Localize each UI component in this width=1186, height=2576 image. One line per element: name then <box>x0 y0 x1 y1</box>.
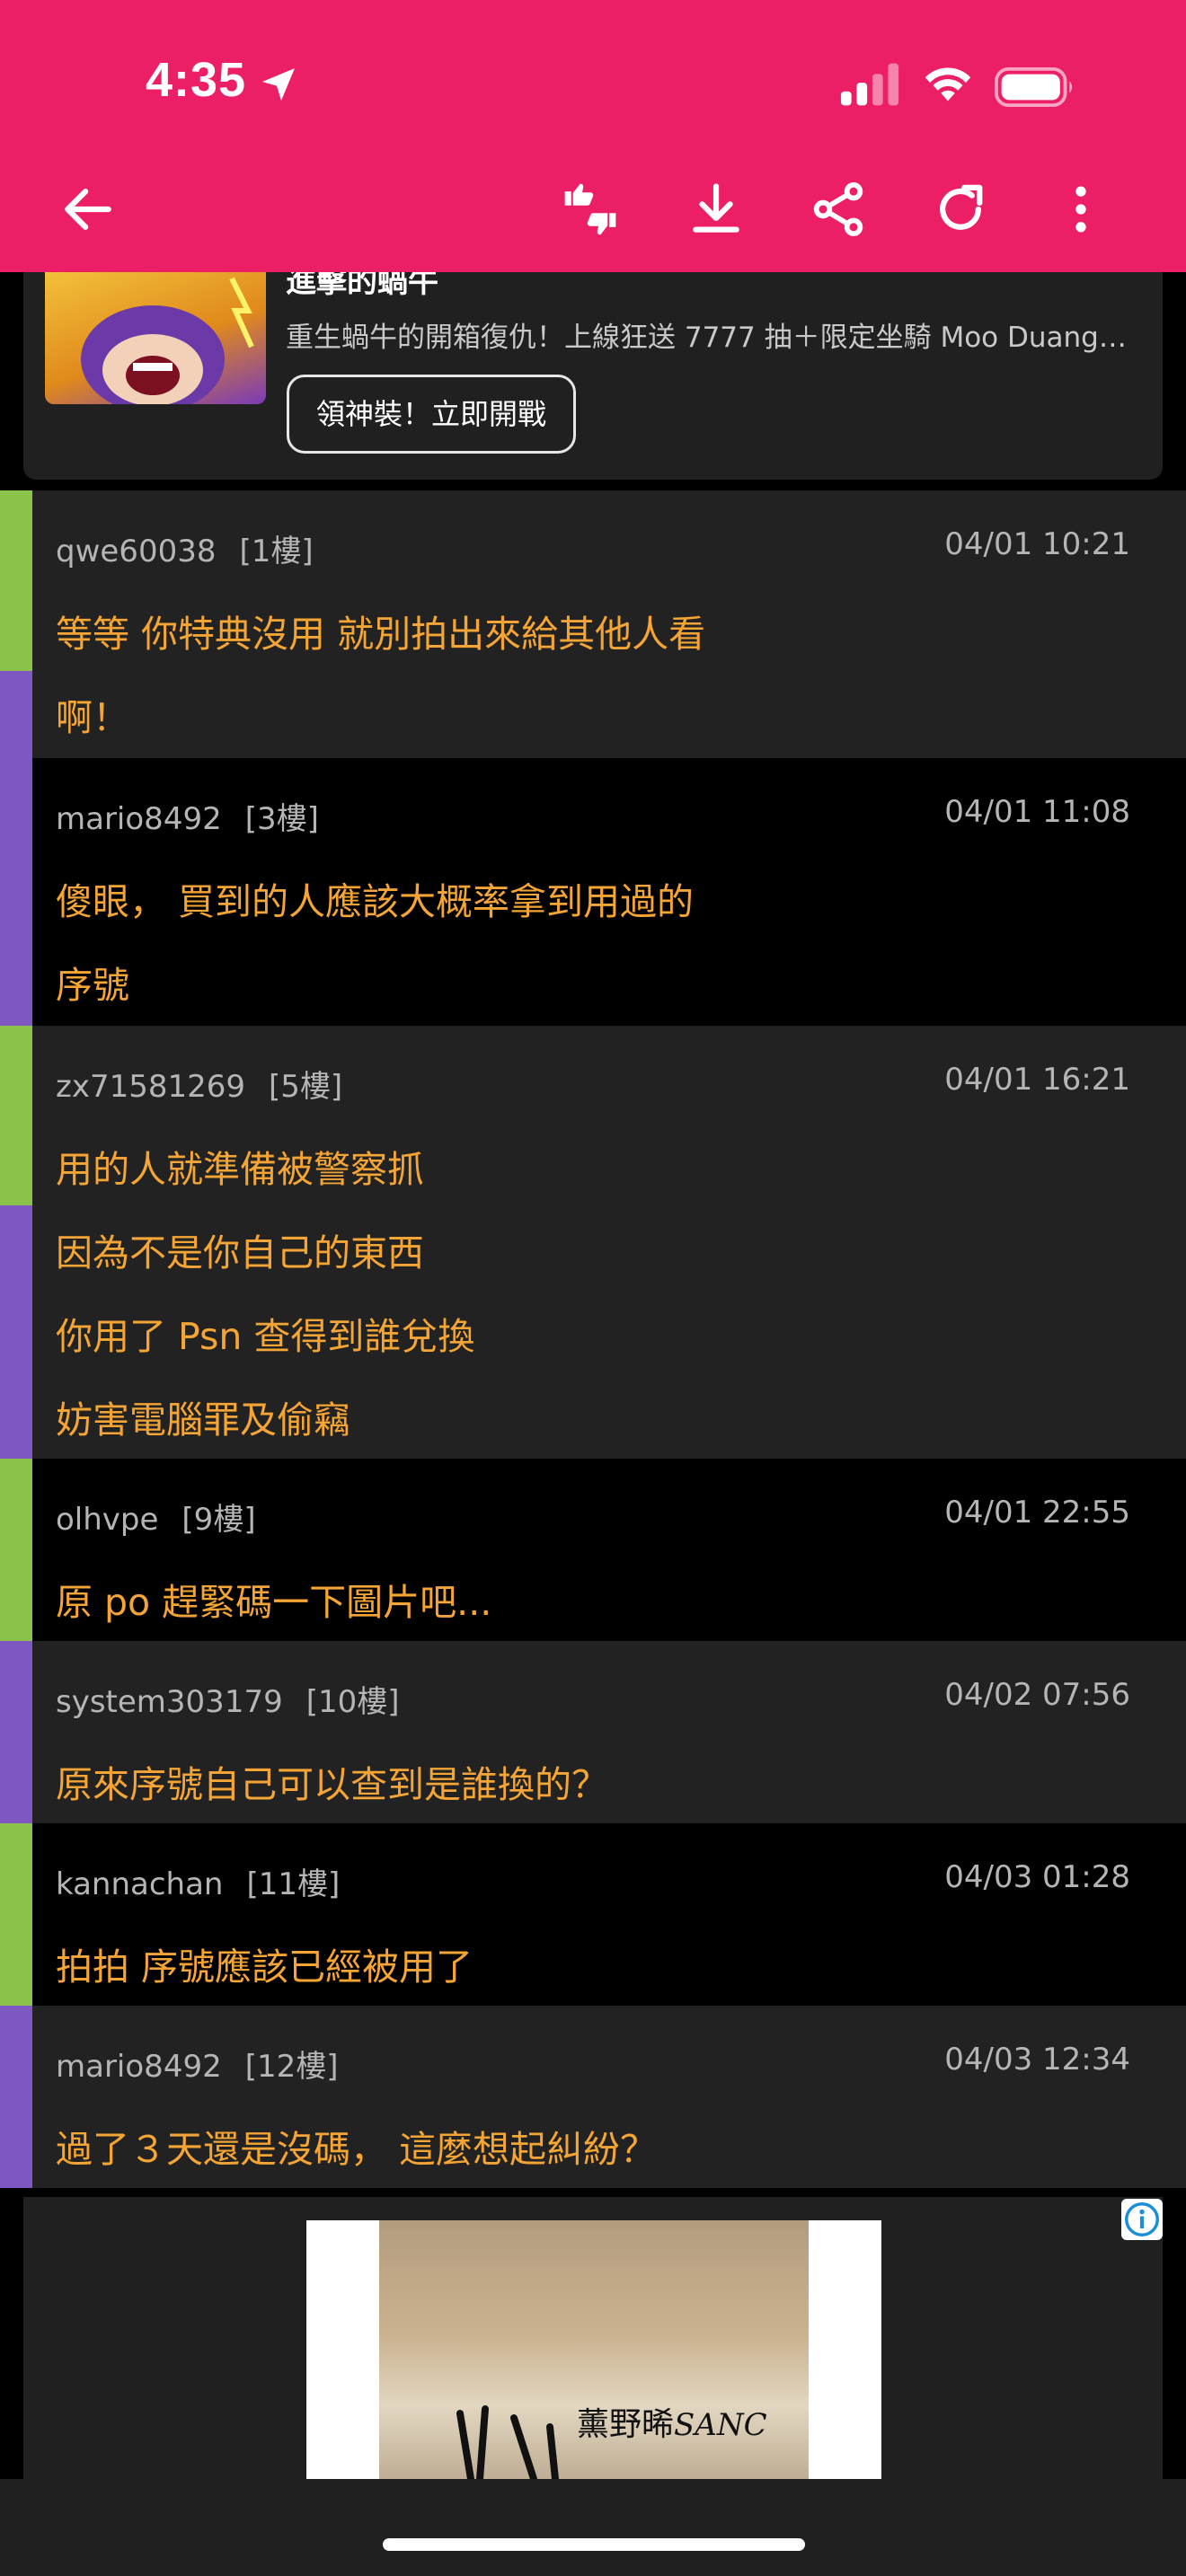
reply-floor: [12樓] <box>244 2049 339 2085</box>
reply-content: 拍拍 序號應該已經被用了 <box>56 1926 1130 2009</box>
download-icon[interactable] <box>686 179 747 240</box>
reply-text-line: 原 po 趕緊碼一下圖片吧... <box>56 1581 492 1624</box>
game-thumbnail <box>45 269 266 404</box>
reply-timestamp: 04/01 16:21 <box>944 1062 1130 1098</box>
reply-text-line: 等等 你特典沒用 就別拍出來給其他人看 <box>56 613 706 656</box>
reply-floor: [1樓] <box>239 534 314 569</box>
reply-accent-bar <box>0 1823 32 2006</box>
reply-accent-bar <box>0 1026 32 1205</box>
thumbs-up-down-icon[interactable] <box>560 179 621 240</box>
sponsored-game-card[interactable]: 進擊的蝸牛 重生蝸牛的開箱復仇！上線狂送 7777 抽＋限定坐騎 Moo Dua… <box>23 264 1163 480</box>
location-arrow-icon <box>262 68 295 101</box>
reply-text-line: 序號 <box>56 964 129 1007</box>
battery-icon <box>994 66 1073 108</box>
reply-timestamp: 04/03 12:34 <box>944 2042 1130 2078</box>
reply-header: mario8492 [12樓] 04/03 12:34 <box>56 2042 1130 2085</box>
reply-header: qwe60038 [1樓] 04/01 10:21 <box>56 526 1130 569</box>
app-toolbar: 4:35 <box>0 0 1186 272</box>
refresh-icon[interactable] <box>930 179 991 240</box>
reply-floor: [10樓] <box>305 1684 400 1720</box>
reply-content: 原來序號自己可以查到是誰換的？ <box>56 1743 1130 1827</box>
reply-timestamp: 04/03 01:28 <box>944 1859 1130 1895</box>
cellular-signal-icon <box>840 63 899 106</box>
reply-username[interactable]: mario8492 <box>56 2049 222 2085</box>
reply-floor: [11樓] <box>246 1866 341 1902</box>
reply-header: olhvpe [9樓] 04/01 22:55 <box>56 1495 1130 1538</box>
reply-timestamp: 04/02 07:56 <box>944 1677 1130 1713</box>
ad-cta-button[interactable]: 領神裝！立即開戰 <box>287 375 576 454</box>
reply-header: zx71581269 [5樓] 04/01 16:21 <box>56 1062 1130 1105</box>
home-bar-area <box>0 2479 1186 2576</box>
reply-timestamp: 04/01 10:21 <box>944 526 1130 562</box>
reply-item[interactable]: mario8492 [3樓] 04/01 11:08 傻眼， 買到的人應該大概率拿到用… <box>0 758 1186 1026</box>
ad-description: 重生蝸牛的開箱復仇！上線狂送 7777 抽＋限定坐騎 Moo Duang… <box>286 322 1127 354</box>
reply-accent-bar <box>0 671 32 758</box>
reply-content: 等等 你特典沒用 就別拍出來給其他人看 啊！ <box>56 593 1130 760</box>
reply-text-line: 過了３天還是沒碼， 這麼想起糾紛？ <box>56 2128 658 2171</box>
reply-text-line: 因為不是你自己的東西 <box>56 1231 424 1275</box>
reply-text-line: 啊！ <box>56 696 129 739</box>
reply-accent-bar <box>0 2006 32 2188</box>
reply-username[interactable]: kannachan <box>56 1866 224 1902</box>
reply-item[interactable]: zx71581269 [5樓] 04/01 16:21 用的人就準備被警察抓 因為不是你… <box>0 1026 1186 1459</box>
reply-username[interactable]: olhvpe <box>56 1502 158 1538</box>
status-time: 4:35 <box>146 53 247 107</box>
reply-text-line: 你用了 Psn 查得到誰兌換 <box>56 1315 475 1358</box>
reply-item[interactable]: qwe60038 [1樓] 04/01 10:21 等等 你特典沒用 就別拍出來給其他… <box>0 490 1186 758</box>
ad-image-caption: 薰野晞SANC <box>577 2406 767 2443</box>
reply-username[interactable]: qwe60038 <box>56 534 216 569</box>
reply-accent-bar <box>0 1459 32 1641</box>
reply-header: system303179 [10樓] 04/02 07:56 <box>56 1677 1130 1720</box>
reply-content: 傻眼， 買到的人應該大概率拿到用過的 序號 <box>56 860 1130 1028</box>
reply-username[interactable]: system303179 <box>56 1684 283 1720</box>
reply-floor: [9樓] <box>181 1502 256 1538</box>
reply-accent-bar <box>0 1205 32 1459</box>
reply-item[interactable]: kannachan [11樓] 04/03 01:28 拍拍 序號應該已經被用了 <box>0 1823 1186 2006</box>
reply-floor: [3樓] <box>244 801 319 837</box>
share-icon[interactable] <box>808 179 869 240</box>
reply-accent-bar <box>0 1641 32 1823</box>
reply-text-line: 原來序號自己可以查到是誰換的？ <box>56 1763 608 1806</box>
reply-username[interactable]: zx71581269 <box>56 1069 245 1105</box>
reply-text-line: 傻眼， 買到的人應該大概率拿到用過的 <box>56 880 695 923</box>
reply-text-line: 拍拍 序號應該已經被用了 <box>56 1945 474 1989</box>
reply-content: 用的人就準備被警察抓 因為不是你自己的東西你用了 Psn 查得到誰兌換 妨害電腦罪及… <box>56 1128 1130 1462</box>
reply-item[interactable]: mario8492 [12樓] 04/03 12:34 過了３天還是沒碼， 這麼想起糾… <box>0 2006 1186 2188</box>
reply-accent-bar <box>0 758 32 1026</box>
reply-header: mario8492 [3樓] 04/01 11:08 <box>56 794 1130 837</box>
wifi-icon <box>925 67 971 101</box>
ad-image[interactable]: 薰野晞SANC <box>379 2220 809 2479</box>
reply-accent-bar <box>0 490 32 671</box>
reply-text-line: 妨害電腦罪及偷竊 <box>56 1398 350 1442</box>
reply-item[interactable]: olhvpe [9樓] 04/01 22:55 原 po 趕緊碼一下圖片吧... <box>0 1459 1186 1641</box>
info-icon[interactable] <box>1121 2199 1163 2240</box>
reply-timestamp: 04/01 22:55 <box>944 1495 1130 1531</box>
reply-item[interactable]: system303179 [10樓] 04/02 07:56 原來序號自己可以查到是誰… <box>0 1641 1186 1823</box>
reply-content: 原 po 趕緊碼一下圖片吧... <box>56 1561 1130 1645</box>
reply-floor: [5樓] <box>269 1069 343 1105</box>
back-arrow-icon[interactable] <box>58 179 119 240</box>
more-vertical-icon[interactable] <box>1050 179 1111 240</box>
reply-username[interactable]: mario8492 <box>56 801 222 837</box>
home-indicator[interactable] <box>383 2538 805 2551</box>
reply-content: 過了３天還是沒碼， 這麼想起糾紛？ <box>56 2108 1130 2192</box>
reply-timestamp: 04/01 11:08 <box>944 794 1130 830</box>
reply-header: kannachan [11樓] 04/03 01:28 <box>56 1859 1130 1902</box>
reply-list: qwe60038 [1樓] 04/01 10:21 等等 你特典沒用 就別拍出來給其他… <box>0 490 1186 2188</box>
reply-text-line: 用的人就準備被警察抓 <box>56 1148 424 1191</box>
